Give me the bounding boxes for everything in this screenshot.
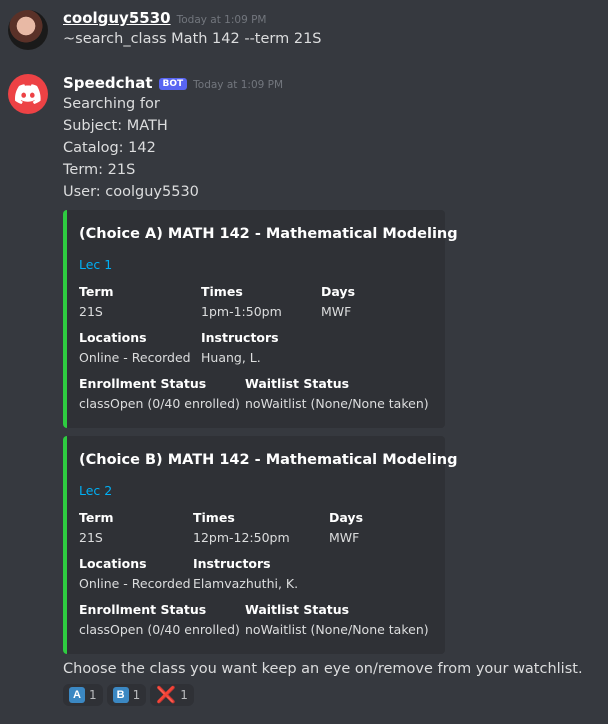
reaction-count: 1: [132, 688, 141, 702]
message-line: Subject: MATH: [63, 118, 168, 134]
embed-title: (Choice A) MATH 142 - Mathematical Model…: [79, 226, 458, 242]
regional-b-icon: B: [112, 687, 129, 703]
field-name-term: Term: [79, 284, 114, 299]
field-value-waitlist: noWaitlist (None/None taken): [245, 396, 429, 411]
reaction-count: 1: [180, 688, 188, 702]
field-value-times: 12pm-12:50pm: [193, 530, 290, 545]
user-avatar[interactable]: [8, 10, 48, 50]
field-value-locations: Online - Recorded: [79, 576, 191, 591]
field-value-days: MWF: [329, 530, 360, 545]
author-name[interactable]: coolguy5530: [63, 9, 171, 27]
field-name-locations: Locations: [79, 556, 147, 571]
field-value-term: 21S: [79, 530, 103, 545]
class-embed-a: (Choice A) MATH 142 - Mathematical Model…: [63, 210, 458, 428]
field-value-instructors: Huang, L.: [201, 350, 261, 365]
field-value-days: MWF: [321, 304, 352, 319]
field-name-waitlist: Waitlist Status: [245, 376, 350, 391]
author-name[interactable]: Speedchat: [63, 74, 153, 92]
message-line: Searching for: [63, 96, 160, 112]
message-line: Term: 21S: [63, 162, 136, 178]
field-name-instructors: Instructors: [201, 330, 279, 345]
embed-title: (Choice B) MATH 142 - Mathematical Model…: [79, 452, 458, 468]
embed-subtitle: Lec 2: [79, 483, 113, 498]
field-value-times: 1pm-1:50pm: [201, 304, 282, 319]
field-value-instructors: Elamvazhuthi, K.: [193, 576, 299, 591]
message-line: User: coolguy5530: [63, 184, 199, 200]
field-name-term: Term: [79, 510, 114, 525]
field-name-times: Times: [201, 284, 243, 299]
timestamp: Today at 1:09 PM: [193, 79, 284, 91]
reaction-a[interactable]: A 1: [63, 684, 103, 706]
field-value-enrollment: classOpen (0/40 enrolled): [79, 622, 240, 637]
footer-instruction: Choose the class you want keep an eye on…: [63, 661, 583, 677]
field-name-enrollment: Enrollment Status: [79, 602, 207, 617]
timestamp: Today at 1:09 PM: [176, 14, 267, 26]
reaction-x[interactable]: ❌ 1: [150, 684, 194, 706]
reaction-b[interactable]: B 1: [106, 684, 147, 706]
field-name-days: Days: [329, 510, 364, 525]
field-name-instructors: Instructors: [193, 556, 271, 571]
bot-avatar[interactable]: [8, 74, 48, 114]
class-embed-b: (Choice B) MATH 142 - Mathematical Model…: [63, 436, 457, 654]
message-header: Speedchat BOT Today at 1:09 PM: [63, 74, 283, 92]
embed-subtitle: Lec 1: [79, 257, 113, 272]
field-name-waitlist: Waitlist Status: [245, 602, 350, 617]
field-name-locations: Locations: [79, 330, 147, 345]
field-value-waitlist: noWaitlist (None/None taken): [245, 622, 429, 637]
bot-badge: BOT: [158, 78, 188, 90]
field-name-days: Days: [321, 284, 356, 299]
field-name-enrollment: Enrollment Status: [79, 376, 207, 391]
reaction-count: 1: [89, 688, 97, 702]
field-value-locations: Online - Recorded: [79, 350, 191, 365]
reactions-bar: A 1 B 1 ❌ 1: [63, 684, 194, 706]
field-value-term: 21S: [79, 304, 103, 319]
message-content: ~search_class Math 142 --term 21S: [63, 31, 322, 47]
cross-mark-icon: ❌: [156, 685, 177, 704]
message-header: coolguy5530 Today at 1:09 PM: [63, 9, 267, 27]
discord-logo-icon: [15, 84, 41, 104]
field-value-enrollment: classOpen (0/40 enrolled): [79, 396, 240, 411]
field-name-times: Times: [193, 510, 235, 525]
message-line: Catalog: 142: [63, 140, 156, 156]
regional-a-icon: A: [69, 687, 85, 703]
